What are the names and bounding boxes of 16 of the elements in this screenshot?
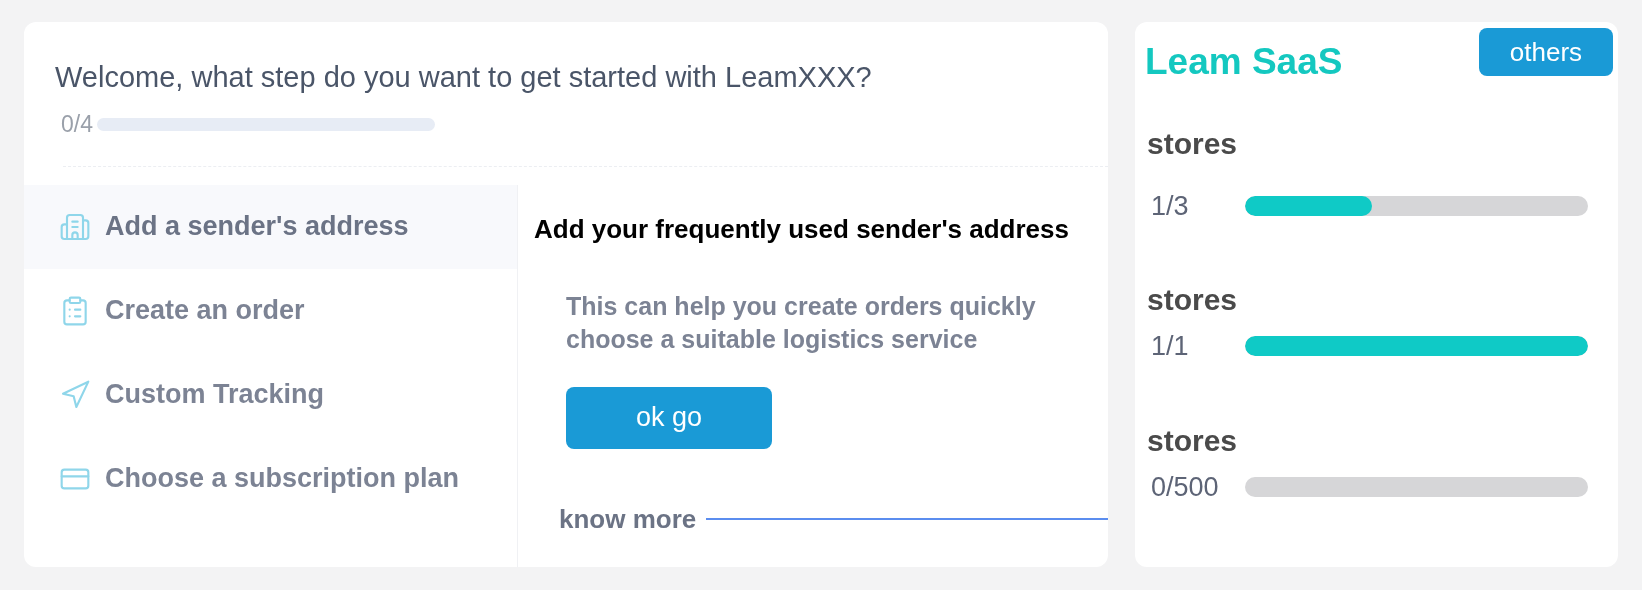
detail-heading: Add your frequently used sender's address [534, 213, 1070, 244]
plan-title: Leam SaaS [1145, 40, 1343, 84]
progress-reading: 0/4 [61, 110, 93, 139]
quota-reading: 1/3 [1150, 189, 1190, 223]
detail-description: This can help you create orders quickly choose a suitable logistics service [565, 290, 1037, 355]
pointer-arrow-icon [59, 378, 91, 411]
quota-reading: 1/1 [1150, 330, 1190, 363]
know-more-link[interactable]: know more [559, 499, 697, 539]
others-button[interactable]: others [1479, 28, 1613, 76]
quota-label: stores [1146, 125, 1239, 162]
ok-go-button[interactable]: ok go [566, 386, 772, 449]
quota-reading: 0/500 [1150, 470, 1220, 504]
welcome-title: Welcome, what step do you want to get started with LeamXXX? [54, 60, 873, 94]
step-item[interactable]: Add a sender's address [24, 184, 517, 269]
quota-label: stores [1146, 282, 1239, 318]
quota-label: stores [1146, 422, 1239, 459]
